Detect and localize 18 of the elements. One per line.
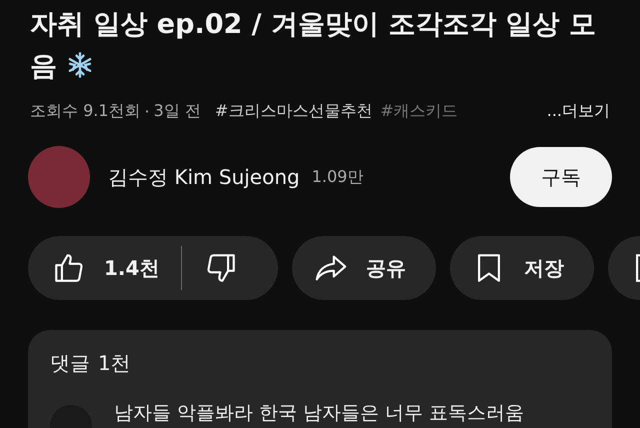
hashtag-link[interactable]: #크리스마스선물추천 — [214, 100, 372, 122]
more-link[interactable]: ...더보기 — [546, 100, 610, 122]
like-button[interactable]: 1.4천 — [28, 236, 182, 300]
snowflake-icon — [66, 51, 94, 79]
separator-dot: · — [144, 102, 150, 120]
upload-age: 3일 전 — [154, 100, 201, 122]
comment-count: 1천 — [98, 350, 131, 377]
comments-heading: 댓글 — [50, 350, 90, 377]
save-button[interactable]: 저장 — [450, 236, 594, 300]
video-title: 자취 일상 ep.02 / 겨울맞이 조각조각 일상 모음 — [30, 8, 598, 84]
comment-preview: 남자들 악플봐라 한국 남자들은 너무 표독스러움 — [114, 401, 524, 426]
share-button[interactable]: 공유 — [292, 236, 436, 300]
comments-card[interactable]: 댓글 1천 남자들 악플봐라 한국 남자들은 너무 표독스러움 — [28, 330, 612, 428]
subscribe-button[interactable]: 구독 — [510, 147, 612, 207]
channel-name[interactable]: 김수정 Kim Sujeong — [108, 164, 300, 190]
view-count: 조회수 9.1천회 — [30, 100, 141, 122]
hashtag-link[interactable]: #캐스키드 — [380, 100, 458, 122]
subscriber-count: 1.09만 — [312, 166, 364, 188]
